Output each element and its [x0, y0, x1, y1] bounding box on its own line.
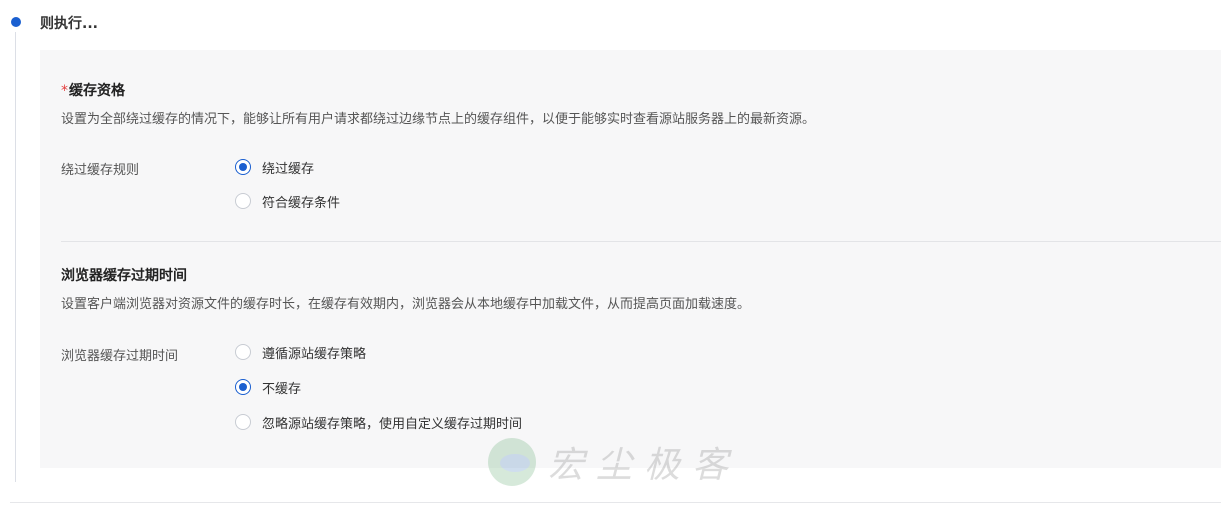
- radio-button[interactable]: [235, 344, 251, 360]
- radio-follow-origin-policy[interactable]: 遵循源站缓存策略: [235, 342, 366, 362]
- radio-bypass-cache-label: 绕过缓存: [262, 161, 315, 177]
- watermark-text: 宏尘极客: [548, 445, 741, 486]
- browser-cache-description: 设置客户端浏览器对资源文件的缓存时长，在缓存有效期内，浏览器会从本地缓存中加载文…: [61, 297, 751, 312]
- radio-custom-ttl[interactable]: 忽略源站缓存策略，使用自定义缓存过期时间: [235, 412, 522, 432]
- radio-eligible-for-cache[interactable]: 符合缓存条件: [235, 191, 340, 211]
- radio-bypass-cache[interactable]: 绕过缓存: [235, 157, 314, 177]
- browser-cache-title: 浏览器缓存过期时间: [61, 268, 187, 284]
- radio-custom-ttl-label: 忽略源站缓存策略，使用自定义缓存过期时间: [262, 416, 523, 432]
- watermark-logo-icon: [488, 438, 536, 486]
- radio-eligible-for-cache-label: 符合缓存条件: [262, 195, 341, 211]
- browser-cache-ttl-label: 浏览器缓存过期时间: [61, 349, 179, 364]
- timeline-step-dot: [11, 17, 21, 27]
- bottom-divider: [10, 502, 1221, 503]
- cache-eligibility-title-text: 缓存资格: [69, 83, 125, 99]
- radio-button[interactable]: [235, 193, 251, 209]
- step-title: 则执行...: [40, 16, 98, 32]
- radio-no-cache-label: 不缓存: [262, 381, 302, 397]
- cache-eligibility-title: *缓存资格: [61, 80, 125, 100]
- required-marker: *: [61, 83, 68, 99]
- timeline-line: [15, 32, 16, 482]
- bypass-cache-rule-label: 绕过缓存规则: [61, 163, 140, 178]
- radio-button[interactable]: [235, 414, 251, 430]
- section-divider: [61, 241, 1221, 242]
- watermark: 宏尘极客: [488, 436, 740, 488]
- action-config-panel: *缓存资格 设置为全部绕过缓存的情况下，能够让所有用户请求都绕过边缘节点上的缓存…: [40, 50, 1221, 468]
- radio-no-cache[interactable]: 不缓存: [235, 377, 301, 397]
- radio-follow-origin-policy-label: 遵循源站缓存策略: [262, 346, 367, 362]
- radio-button-checked[interactable]: [235, 159, 251, 175]
- radio-button-checked[interactable]: [235, 379, 251, 395]
- cache-eligibility-description: 设置为全部绕过缓存的情况下，能够让所有用户请求都绕过边缘节点上的缓存组件，以便于…: [61, 112, 816, 127]
